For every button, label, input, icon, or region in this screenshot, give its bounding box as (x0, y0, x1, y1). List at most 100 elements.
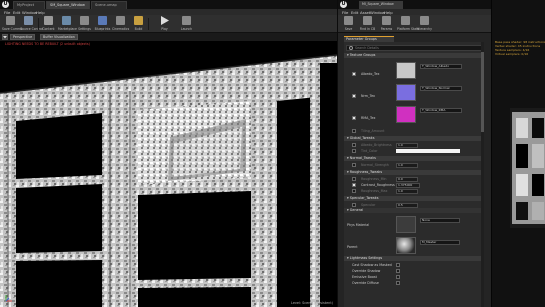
content-button[interactable]: Content (40, 16, 57, 32)
cinematics-label: Cinematics (112, 27, 130, 31)
toolbar-separator (38, 18, 39, 30)
launch-button[interactable]: Launch (178, 16, 195, 32)
details-scrollbar[interactable] (481, 42, 484, 307)
params-icon (382, 16, 391, 25)
section-specular-tweaks[interactable]: ▾ Specular_Tweaks (344, 196, 484, 201)
albedo-texture-thumbnail[interactable] (396, 62, 416, 79)
section-label: Normal_Tweaks (349, 156, 376, 160)
scrollbar-thumb[interactable] (481, 52, 484, 132)
section-global-tweaks[interactable]: ▾ Global_Tweaks (344, 136, 484, 141)
rma-checkbox[interactable] (352, 116, 356, 120)
view-mode-button[interactable]: Buffer Visualization (40, 34, 78, 40)
tab-project[interactable]: MyProject (13, 1, 45, 9)
preview-mesh[interactable] (510, 108, 545, 228)
tiling-checkbox[interactable] (352, 129, 356, 133)
normal-texture-thumbnail[interactable] (396, 84, 416, 101)
override-diffuse-label: Override Diffuse (352, 281, 379, 285)
roughness-max-label: Roughness_Max (361, 189, 388, 193)
normal-label: Nrm_Tex (361, 94, 375, 98)
normal-strength-field[interactable]: 1.0 (396, 163, 418, 168)
play-button[interactable]: Play (156, 16, 173, 32)
tab-static-mesh[interactable]: SM_Square_Window (46, 1, 90, 9)
cinematics-icon (116, 16, 125, 25)
level-viewport[interactable]: Perspective Buffer Visualization LIGHTIN… (0, 33, 337, 307)
section-label: Global_Tweaks (349, 136, 375, 140)
settings-icon (80, 16, 89, 25)
perspective-button[interactable]: Perspective (10, 34, 36, 40)
specular-checkbox[interactable] (352, 203, 356, 207)
build-button[interactable]: Build (130, 16, 147, 32)
toolbar-separator (148, 18, 149, 30)
search-input[interactable]: Search Details (346, 45, 482, 51)
albedo-checkbox[interactable] (352, 72, 356, 76)
normal-checkbox[interactable] (352, 94, 356, 98)
roughness-max-field[interactable]: 1.0 (396, 189, 418, 194)
find-in-cb-label: Find in CB (359, 27, 376, 31)
parent-material-picker[interactable]: M_Master (420, 240, 460, 245)
contrast-roughness-checkbox[interactable] (352, 183, 356, 187)
section-normal-tweaks[interactable]: ▾ Normal_Tweaks (344, 156, 484, 161)
albedo-label: Albedo_Tex (361, 72, 380, 76)
rma-texture-thumbnail[interactable] (396, 106, 416, 123)
albedo-brightness-checkbox[interactable] (352, 143, 356, 147)
main-editor-window: U MyProject SM_Square_Window Scene.umap … (0, 0, 337, 307)
search-placeholder: Search Details (355, 46, 379, 50)
section-general[interactable]: ▾ General (344, 208, 484, 213)
emissive-boost-checkbox[interactable] (396, 275, 400, 279)
cinematics-button[interactable]: Cinematics (112, 16, 129, 32)
material-toolbar: Save Find in CB Params Platform Stats Hi… (338, 15, 491, 33)
tab-material-instance[interactable]: MI_Square_Window (359, 1, 403, 9)
albedo-texture-picker[interactable]: T_Window_Albedo (420, 64, 462, 69)
override-shadow-checkbox[interactable] (396, 269, 400, 273)
rma-texture-picker[interactable]: T_Window_RMA (420, 108, 462, 113)
section-label: Lightmass Settings (349, 256, 383, 260)
viewport-options-button[interactable] (2, 34, 8, 40)
override-diffuse-checkbox[interactable] (396, 281, 400, 285)
save-current-button[interactable]: Save Current (2, 16, 23, 32)
blueprints-button[interactable]: Blueprints (94, 16, 111, 32)
parent-material-thumbnail[interactable] (396, 237, 416, 254)
marketplace-button[interactable]: Marketplace (58, 16, 77, 32)
tint-color-checkbox[interactable] (352, 149, 356, 153)
roughness-min-checkbox[interactable] (352, 177, 356, 181)
hierarchy-button[interactable]: Hierarchy (416, 16, 433, 32)
phys-material-thumbnail[interactable] (396, 216, 416, 233)
unreal-logo-icon: U (2, 1, 9, 8)
unreal-logo-icon: U (340, 1, 347, 8)
save-current-label: Save Current (2, 27, 23, 31)
cast-shadow-checkbox[interactable] (396, 263, 400, 267)
normal-strength-checkbox[interactable] (352, 163, 356, 167)
roughness-max-checkbox[interactable] (352, 189, 356, 193)
tab-scene[interactable]: Scene.umap (91, 1, 127, 9)
tint-color-label: Tint_Color (361, 149, 378, 153)
section-label: General (349, 208, 364, 212)
search-icon (349, 46, 353, 50)
settings-button[interactable]: Settings (76, 16, 93, 32)
platform-stats-button[interactable]: Platform Stats (397, 16, 419, 32)
save-icon (344, 16, 353, 25)
section-lightmass[interactable]: ▾ Lightmass Settings (344, 256, 484, 261)
section-roughness-tweaks[interactable]: ▾ Roughness_Tweaks (344, 170, 484, 175)
find-in-cb-button[interactable]: Find in CB (359, 16, 376, 32)
params-button[interactable]: Params (378, 16, 395, 32)
hierarchy-icon (420, 16, 429, 25)
normal-strength-label: Normal_Strength (361, 163, 389, 167)
source-control-button[interactable]: Source Control (20, 16, 43, 32)
axis-gizmo-icon (5, 295, 12, 302)
save-button[interactable]: Save (340, 16, 357, 32)
content-browser-icon (44, 16, 53, 25)
launch-icon (182, 16, 191, 25)
main-toolbar: Save Current Source Control Content Mark… (0, 15, 337, 33)
tint-color-swatch[interactable] (396, 149, 460, 153)
normal-texture-picker[interactable]: T_Window_Normal (420, 86, 462, 91)
lightmass-row: Override Diffuse (344, 280, 484, 286)
viewport-header: Perspective Buffer Visualization (0, 33, 337, 41)
settings-label: Settings (78, 27, 91, 31)
build-label: Build (134, 27, 143, 31)
section-texture-groups[interactable]: ▾ Texture Groups (344, 53, 484, 58)
roughness-max-row: Roughness_Max 1.0 (344, 188, 484, 194)
blueprints-icon (98, 16, 107, 25)
tiling-label: Tiling_Amount (361, 129, 385, 133)
phys-material-picker[interactable]: None (420, 218, 460, 223)
tint-color-row: Tint_Color (344, 148, 484, 154)
